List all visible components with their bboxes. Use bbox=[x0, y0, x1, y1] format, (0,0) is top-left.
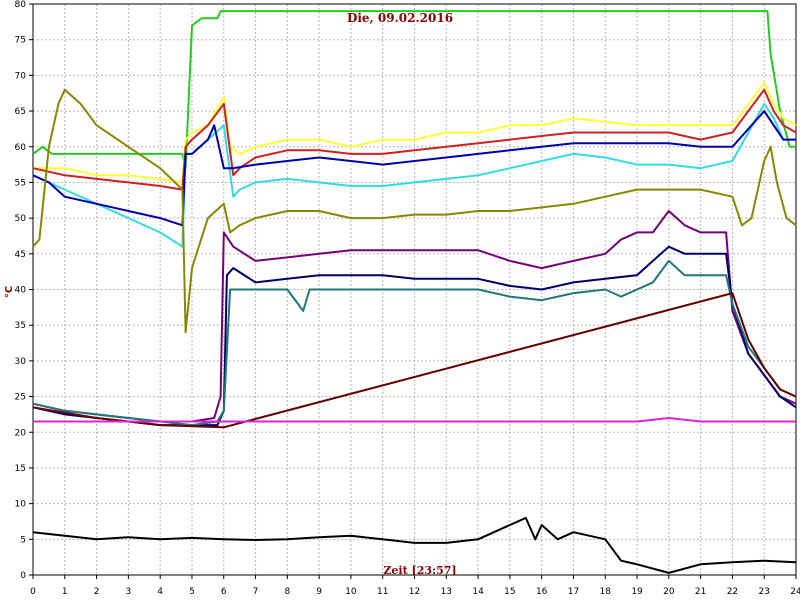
y-tick-label: 65 bbox=[15, 107, 26, 117]
y-tick-label: 45 bbox=[15, 250, 26, 260]
y-tick-label: 25 bbox=[15, 393, 26, 403]
y-tick-label: 20 bbox=[15, 428, 27, 438]
y-tick-label: 40 bbox=[15, 286, 27, 296]
chart-title: Die, 09.02.2016 bbox=[347, 11, 453, 25]
chart-svg: 0 1 2 3 4 5 6 7 8 9 10 11 12 13 14 15 16 17 18 19 20 21 22 23 24… bbox=[4, 0, 800, 597]
x-tick-label: 19 bbox=[631, 587, 643, 597]
x-tick-label: 16 bbox=[536, 587, 548, 597]
y-tick-label: 15 bbox=[15, 464, 26, 474]
y-tick-label: 35 bbox=[15, 321, 26, 331]
x-tick-label: 21 bbox=[695, 587, 706, 597]
x-axis-label: Zeit [23:57] bbox=[383, 564, 456, 577]
x-tick-label: 0 bbox=[30, 587, 36, 597]
x-tick-label: 3 bbox=[126, 587, 132, 597]
x-tick-label: 10 bbox=[345, 587, 357, 597]
x-tick-label: 12 bbox=[409, 587, 420, 597]
axes: 0 1 2 3 4 5 6 7 8 9 10 11 12 13 14 15 16 17 18 19 20 21 22 23 24… bbox=[15, 0, 800, 597]
y-tick-label: 50 bbox=[15, 214, 27, 224]
y-tick-label: 5 bbox=[20, 535, 26, 545]
y-tick-label: 75 bbox=[15, 36, 26, 46]
y-tick-label: 30 bbox=[15, 357, 27, 367]
x-tick-label: 14 bbox=[472, 587, 484, 597]
x-tick-label: 22 bbox=[727, 587, 738, 597]
y-tick-label: 0 bbox=[20, 571, 26, 581]
x-tick-label: 4 bbox=[157, 587, 163, 597]
x-tick-label: 18 bbox=[600, 587, 612, 597]
y-tick-label: 70 bbox=[15, 71, 27, 81]
x-tick-label: 7 bbox=[253, 587, 259, 597]
x-tick-label: 8 bbox=[284, 587, 290, 597]
temperature-chart: 0 1 2 3 4 5 6 7 8 9 10 11 12 13 14 15 16 17 18 19 20 21 22 23 24… bbox=[0, 0, 800, 600]
y-tick-label: 80 bbox=[15, 0, 27, 10]
x-tick-label: 6 bbox=[221, 587, 227, 597]
x-tick-label: 20 bbox=[663, 587, 675, 597]
y-tick-label: 55 bbox=[15, 178, 26, 188]
x-tick-label: 5 bbox=[189, 587, 195, 597]
x-tick-label: 23 bbox=[758, 587, 769, 597]
x-tick-label: 9 bbox=[316, 587, 322, 597]
x-tick-label: 24 bbox=[790, 587, 800, 597]
x-tick-label: 2 bbox=[94, 587, 100, 597]
y-axis-label: °C bbox=[4, 286, 15, 298]
y-tick-label: 10 bbox=[15, 500, 27, 510]
x-tick-label: 13 bbox=[441, 587, 452, 597]
x-tick-label: 15 bbox=[504, 587, 515, 597]
x-tick-label: 11 bbox=[377, 587, 388, 597]
y-tick-label: 60 bbox=[15, 143, 27, 153]
x-tick-label: 1 bbox=[62, 587, 68, 597]
x-tick-label: 17 bbox=[568, 587, 579, 597]
